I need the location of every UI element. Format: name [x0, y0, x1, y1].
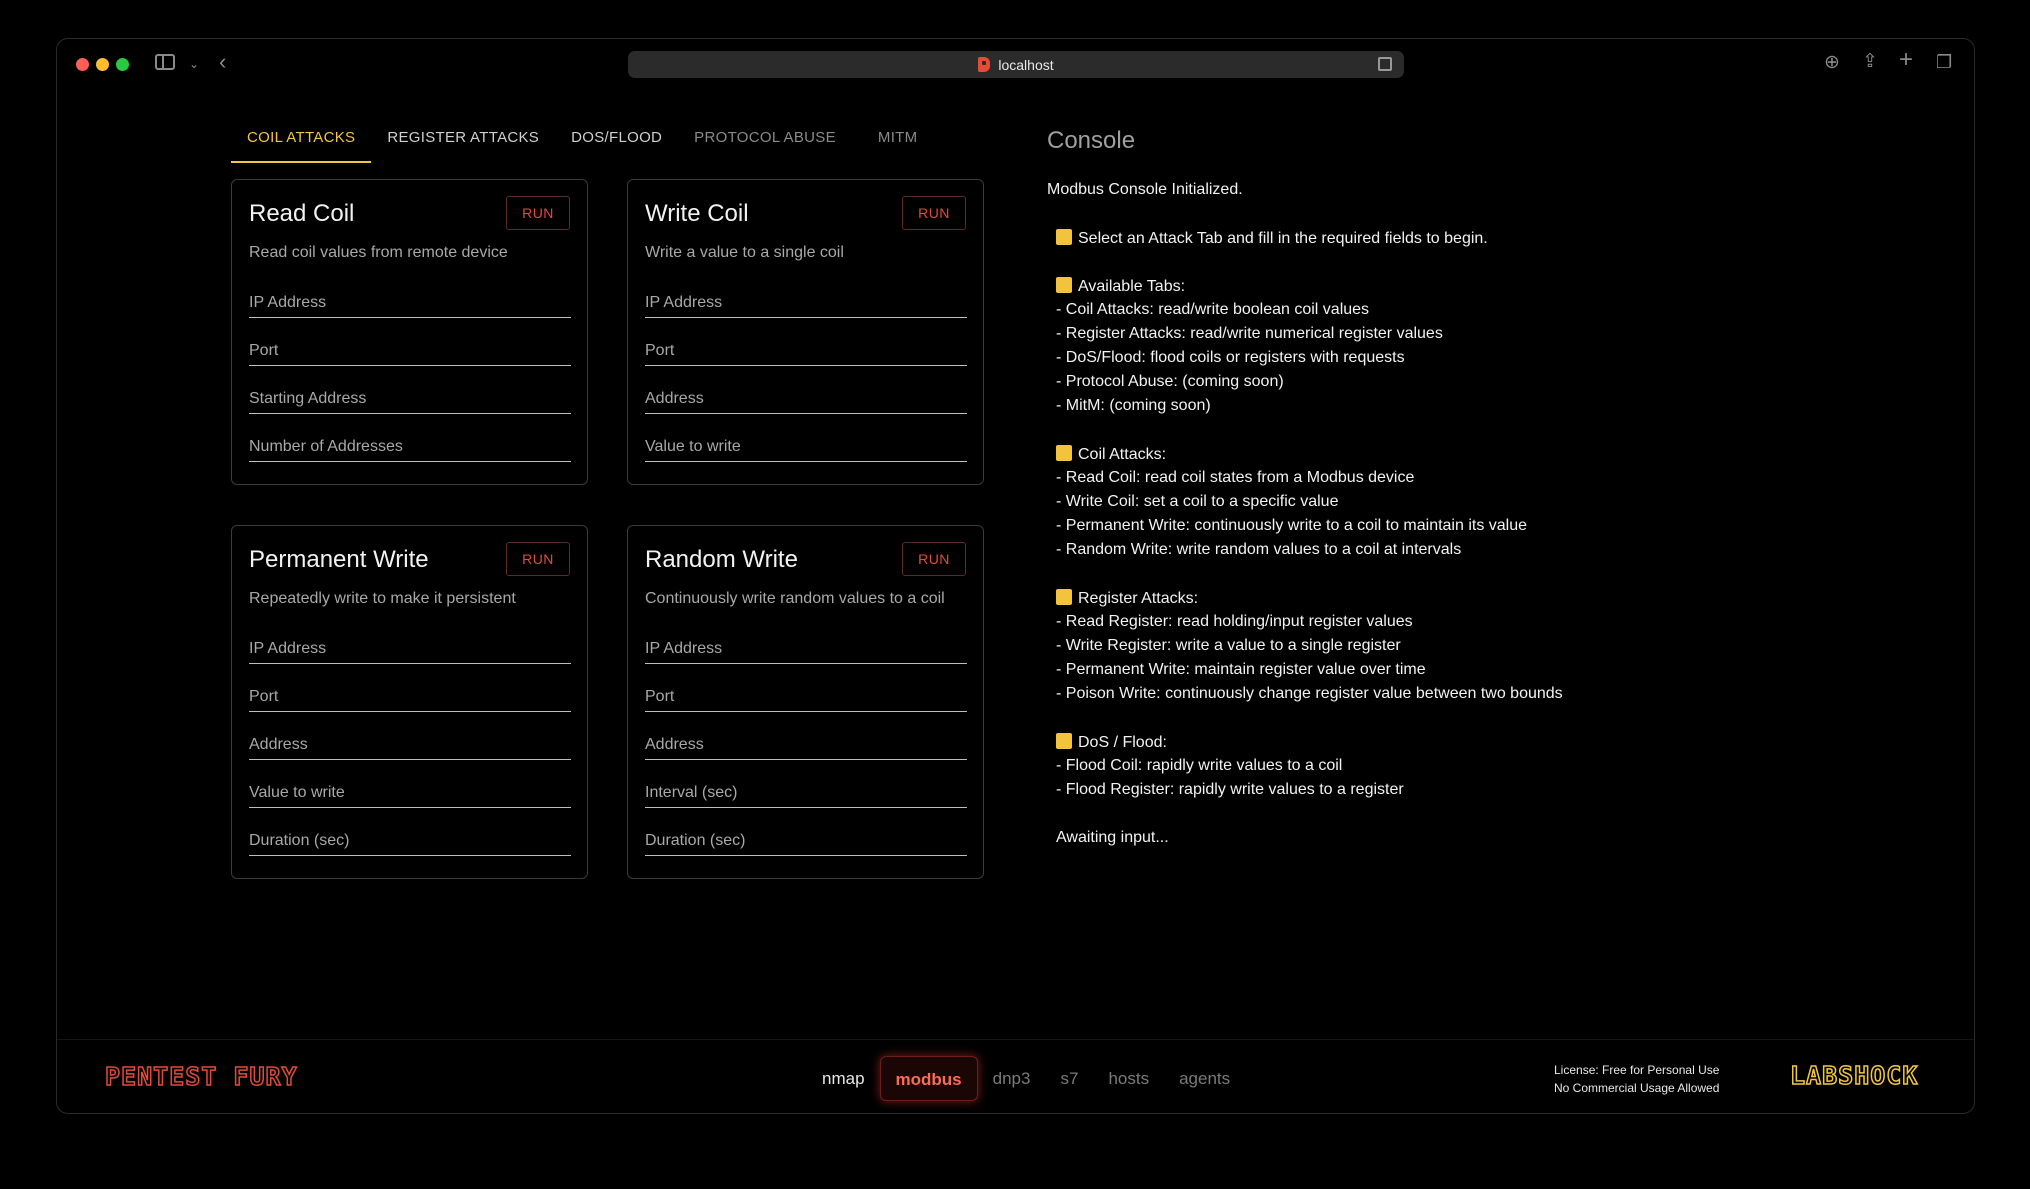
pentest-fury-logo: PENTEST FURY — [104, 1061, 298, 1092]
run-button[interactable]: RUN — [506, 196, 570, 230]
console-line: - Permanent Write: maintain register val… — [1056, 661, 1426, 678]
duration-field[interactable]: Duration (sec) — [249, 824, 571, 856]
write-coil-card: Write Coil RUN Write a value to a single… — [627, 179, 984, 485]
nav-item-agents[interactable]: agents — [1164, 1056, 1245, 1101]
console-line: Coil Attacks: — [1056, 445, 1166, 464]
zoom-window-button[interactable] — [116, 58, 129, 71]
nav-item-modbus[interactable]: modbus — [879, 1056, 978, 1101]
console-line: - Read Coil: read coil states from a Mod… — [1056, 469, 1415, 486]
new-tab-icon[interactable]: + — [1899, 48, 1913, 72]
card-description: Repeatedly write to make it persistent — [249, 590, 516, 607]
back-arrow-icon[interactable]: ‹ — [219, 51, 226, 73]
permanent-write-card: Permanent Write RUN Repeatedly write to … — [231, 525, 588, 879]
tool-nav: nmap modbus dnp3 s7 hosts agents — [807, 1056, 1245, 1101]
close-window-button[interactable] — [76, 58, 89, 71]
nav-item-dnp3[interactable]: dnp3 — [978, 1056, 1046, 1101]
console-line: - Coil Attacks: read/write boolean coil … — [1056, 301, 1370, 318]
console-line: - Flood Register: rapidly write values t… — [1056, 781, 1404, 798]
yellow-square-icon — [1056, 445, 1072, 461]
card-title: Write Coil — [645, 200, 749, 227]
labshock-logo: LABSHOCK — [1789, 1060, 1919, 1091]
console-line: - Protocol Abuse: (coming soon) — [1056, 373, 1284, 390]
site-favicon-icon — [978, 57, 991, 72]
tab-register-attacks[interactable]: REGISTER ATTACKS — [371, 119, 555, 163]
tab-coil-attacks[interactable]: COIL ATTACKS — [231, 119, 372, 163]
reader-mode-icon[interactable] — [1378, 57, 1392, 71]
read-coil-card: Read Coil RUN Read coil values from remo… — [231, 179, 588, 485]
port-field[interactable]: Port — [249, 334, 571, 366]
nav-item-nmap[interactable]: nmap — [807, 1056, 880, 1101]
console-line: - Write Coil: set a coil to a specific v… — [1056, 493, 1339, 510]
console-line: Register Attacks: — [1056, 589, 1198, 608]
card-title: Permanent Write — [249, 546, 429, 573]
ip-address-field[interactable]: IP Address — [249, 632, 571, 664]
address-field[interactable]: Address — [645, 728, 967, 760]
yellow-square-icon — [1056, 733, 1072, 749]
console-line: - Write Register: write a value to a sin… — [1056, 637, 1401, 654]
port-field[interactable]: Port — [249, 680, 571, 712]
console-line: - Flood Coil: rapidly write values to a … — [1056, 757, 1343, 774]
console-line: - Permanent Write: continuously write to… — [1056, 517, 1528, 534]
share-icon[interactable]: ⇪ — [1862, 52, 1878, 72]
url-text: localhost — [998, 56, 1054, 73]
ip-address-field[interactable]: IP Address — [645, 632, 967, 664]
card-title: Read Coil — [249, 200, 355, 227]
port-field[interactable]: Port — [645, 334, 967, 366]
yellow-square-icon — [1056, 229, 1072, 245]
card-description: Write a value to a single coil — [645, 244, 844, 261]
duration-field[interactable]: Duration (sec) — [645, 824, 967, 856]
interval-field[interactable]: Interval (sec) — [645, 776, 967, 808]
browser-window: ⌄ ‹ localhost ⊕ ⇪ + ❐ COIL ATTACKS REGIS… — [56, 38, 1975, 1114]
yellow-square-icon — [1056, 277, 1072, 293]
address-field[interactable]: Address — [645, 382, 967, 414]
console-line: - DoS/Flood: flood coils or registers wi… — [1056, 349, 1405, 366]
console-line: - Register Attacks: read/write numerical… — [1056, 325, 1443, 342]
run-button[interactable]: RUN — [902, 542, 966, 576]
port-field[interactable]: Port — [645, 680, 967, 712]
address-bar[interactable]: localhost — [628, 51, 1404, 78]
ip-address-field[interactable]: IP Address — [249, 286, 571, 318]
random-write-card: Random Write RUN Continuously write rand… — [627, 525, 984, 879]
yellow-square-icon — [1056, 589, 1072, 605]
attack-tabs: COIL ATTACKS REGISTER ATTACKS DOS/FLOOD … — [231, 119, 933, 163]
tab-mitm[interactable]: MITM — [852, 119, 934, 163]
card-description: Read coil values from remote device — [249, 244, 508, 261]
download-icon[interactable]: ⊕ — [1824, 53, 1840, 73]
console-line: - MitM: (coming soon) — [1056, 397, 1211, 414]
ip-address-field[interactable]: IP Address — [645, 286, 967, 318]
chevron-down-icon[interactable]: ⌄ — [189, 54, 199, 74]
number-of-addresses-field[interactable]: Number of Addresses — [249, 430, 571, 462]
address-field[interactable]: Address — [249, 728, 571, 760]
console-line: - Read Register: read holding/input regi… — [1056, 613, 1413, 630]
console-line: Select an Attack Tab and fill in the req… — [1056, 229, 1488, 248]
license-line: No Commercial Usage Allowed — [1554, 1081, 1720, 1095]
value-to-write-field[interactable]: Value to write — [249, 776, 571, 808]
value-to-write-field[interactable]: Value to write — [645, 430, 967, 462]
footer: PENTEST FURY nmap modbus dnp3 s7 hosts a… — [57, 1039, 1974, 1113]
console-line: - Random Write: write random values to a… — [1056, 541, 1462, 558]
tab-protocol-abuse[interactable]: PROTOCOL ABUSE — [678, 119, 852, 163]
starting-address-field[interactable]: Starting Address — [249, 382, 571, 414]
card-title: Random Write — [645, 546, 798, 573]
console-line: Modbus Console Initialized. — [1047, 181, 1243, 198]
tab-overview-icon[interactable]: ❐ — [1936, 52, 1952, 72]
console-line: DoS / Flood: — [1056, 733, 1167, 752]
browser-toolbar: ⌄ ‹ localhost ⊕ ⇪ + ❐ — [57, 39, 1974, 89]
console-title: Console — [1047, 127, 1136, 154]
run-button[interactable]: RUN — [902, 196, 966, 230]
tab-dos-flood[interactable]: DOS/FLOOD — [555, 119, 678, 163]
nav-item-s7[interactable]: s7 — [1045, 1056, 1093, 1101]
card-description: Continuously write random values to a co… — [645, 590, 945, 607]
run-button[interactable]: RUN — [506, 542, 570, 576]
minimize-window-button[interactable] — [96, 58, 109, 71]
console-line: - Poison Write: continuously change regi… — [1056, 685, 1563, 702]
license-line: License: Free for Personal Use — [1554, 1063, 1720, 1077]
nav-item-hosts[interactable]: hosts — [1093, 1056, 1164, 1101]
sidebar-toggle-icon[interactable] — [155, 54, 175, 70]
console-line: Awaiting input... — [1056, 829, 1169, 846]
license-text: License: Free for Personal Use No Commer… — [1554, 1061, 1719, 1097]
console-line: Available Tabs: — [1056, 277, 1185, 296]
